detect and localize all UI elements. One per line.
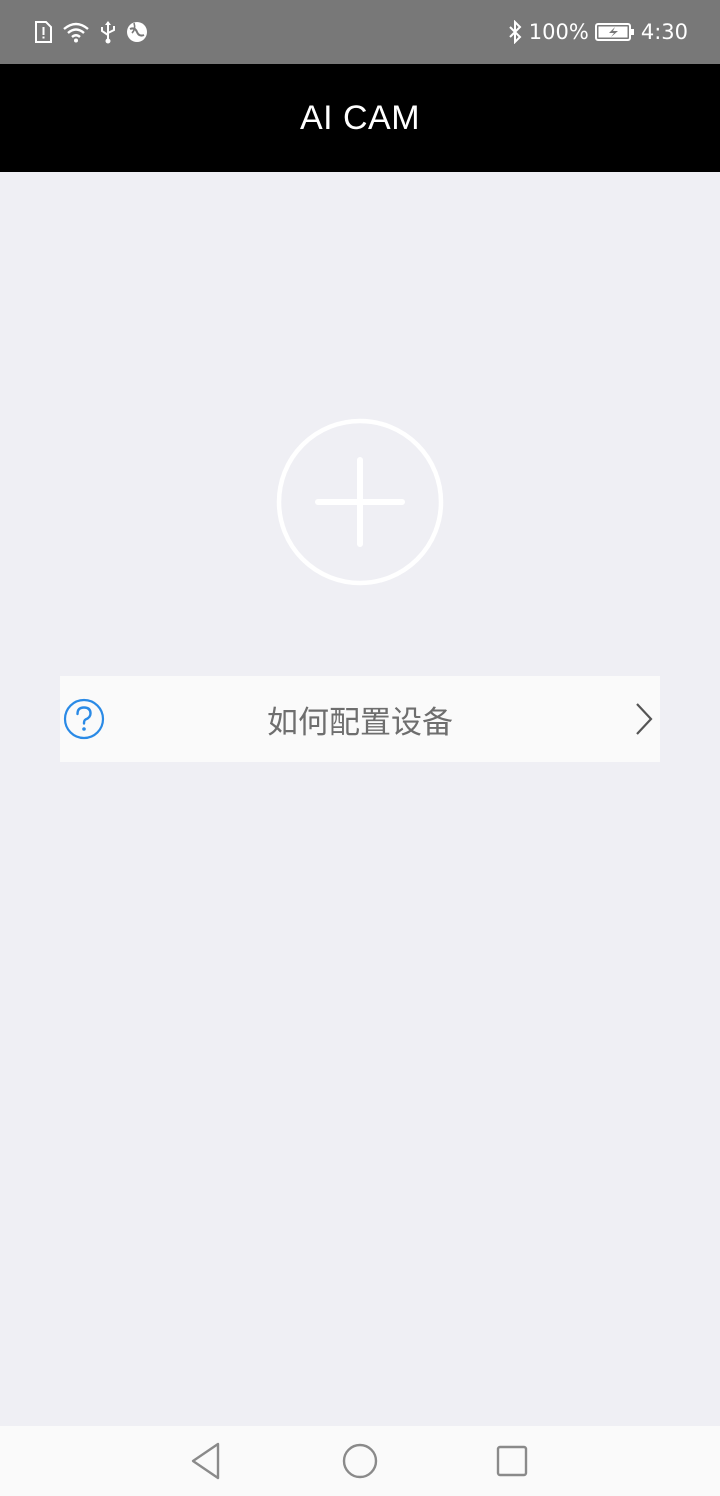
nav-back-button[interactable]	[188, 1441, 228, 1481]
help-row-label: 如何配置设备	[267, 704, 453, 741]
status-bar-right: 100% 4:30	[501, 20, 688, 44]
globe-icon	[126, 21, 148, 43]
how-to-configure-device-row[interactable]: 如何配置设备	[60, 676, 660, 762]
plus-circle-icon	[276, 418, 444, 586]
question-circle-icon	[63, 698, 105, 740]
add-device-button[interactable]	[276, 418, 444, 586]
home-circle-icon	[342, 1443, 378, 1479]
recents-square-icon	[496, 1445, 528, 1477]
nav-home-button[interactable]	[340, 1441, 380, 1481]
bluetooth-icon	[507, 20, 523, 44]
status-bar-left	[34, 20, 158, 44]
status-time: 4:30	[640, 20, 688, 44]
main-content: 如何配置设备	[0, 172, 720, 1426]
status-bar: 100% 4:30	[0, 0, 720, 64]
chevron-right-icon	[636, 703, 653, 735]
usb-icon	[100, 20, 116, 44]
system-nav-bar	[0, 1426, 720, 1496]
back-triangle-icon	[191, 1442, 220, 1480]
nav-recents-button[interactable]	[492, 1441, 532, 1481]
sim-alert-icon	[34, 21, 52, 43]
battery-charging-icon	[594, 22, 635, 42]
battery-percent: 100%	[528, 20, 589, 44]
wifi-icon	[62, 21, 90, 43]
app-bar: AI CAM	[0, 64, 720, 172]
app-title: AI CAM	[299, 98, 421, 137]
